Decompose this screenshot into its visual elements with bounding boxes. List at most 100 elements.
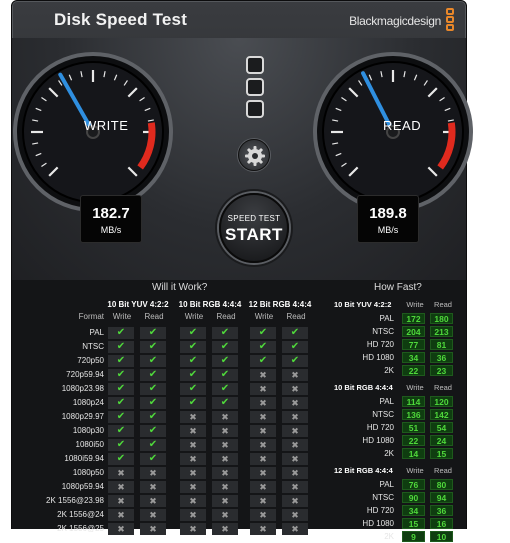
how-fast-group-header: 12 Bit RGB 4:4:4 Write Read — [334, 466, 458, 477]
write-fps-value: 14 — [402, 448, 425, 459]
column-header: Write — [406, 466, 424, 475]
cross-icon: ✖ — [250, 383, 276, 395]
cross-icon: ✖ — [282, 509, 308, 521]
mode-selector — [246, 56, 264, 122]
check-icon: ✔ — [212, 397, 238, 409]
check-icon: ✔ — [180, 355, 206, 367]
cross-icon: ✖ — [282, 481, 308, 493]
how-fast-group-header: 10 Bit YUV 4:2:2 Write Read — [334, 300, 458, 311]
write-speed-value: 182.7 — [92, 205, 130, 222]
check-icon: ✔ — [140, 439, 166, 451]
cross-icon: ✖ — [140, 467, 166, 479]
table-row: 2K 1556@23.98 ✖ ✖ ✖ ✖ ✖ ✖ — [12, 495, 320, 507]
format-label: 720p59.94 — [66, 370, 104, 379]
column-header: Read — [434, 466, 452, 475]
cross-icon: ✖ — [180, 523, 206, 535]
check-icon: ✔ — [180, 383, 206, 395]
cross-icon: ✖ — [212, 411, 238, 423]
write-fps-value: 34 — [402, 352, 425, 363]
table-row: HD 720 51 54 — [334, 422, 458, 434]
format-label: NTSC — [372, 493, 394, 502]
cross-icon: ✖ — [180, 509, 206, 521]
format-label: NTSC — [82, 342, 104, 351]
format-label: HD 720 — [366, 340, 394, 349]
read-fps-value: 24 — [430, 435, 453, 446]
check-icon: ✔ — [140, 327, 166, 339]
format-label: HD 1080 — [362, 519, 394, 528]
mode-3-rounded-square-icon[interactable] — [246, 100, 264, 118]
format-label: PAL — [379, 397, 394, 406]
format-label: 1080i50 — [75, 440, 104, 449]
table-row: 2K 14 15 — [334, 448, 458, 460]
group-name: 12 Bit RGB 4:4:4 — [334, 466, 393, 475]
format-label: NTSC — [372, 327, 394, 336]
group-header: 12 Bit RGB 4:4:4 — [248, 300, 312, 309]
format-label: 1080i59.94 — [64, 454, 104, 463]
group-name: 10 Bit YUV 4:2:2 — [334, 300, 392, 309]
write-fps-value: 22 — [402, 365, 425, 376]
write-fps-value: 9 — [402, 531, 425, 542]
check-icon: ✔ — [212, 341, 238, 353]
cross-icon: ✖ — [140, 481, 166, 493]
table-row: HD 720 34 36 — [334, 505, 458, 517]
write-fps-value: 136 — [402, 409, 425, 420]
check-icon: ✔ — [108, 397, 134, 409]
write-fps-value: 172 — [402, 313, 425, 324]
window-title: Disk Speed Test — [54, 10, 188, 29]
table-row: 720p59.94 ✔ ✔ ✔ ✔ ✖ ✖ — [12, 369, 320, 381]
check-icon: ✔ — [282, 327, 308, 339]
table-row: 1080p24 ✔ ✔ ✔ ✔ ✖ ✖ — [12, 397, 320, 409]
cross-icon: ✖ — [250, 523, 276, 535]
write-fps-value: 204 — [402, 326, 425, 337]
table-row: HD 720 77 81 — [334, 339, 458, 351]
cross-icon: ✖ — [180, 425, 206, 437]
check-icon: ✔ — [108, 439, 134, 451]
group-header: 10 Bit YUV 4:2:2 — [107, 300, 169, 309]
table-row: 1080p23.98 ✔ ✔ ✔ ✔ ✖ ✖ — [12, 383, 320, 395]
mode-1-rounded-square-icon[interactable] — [246, 56, 264, 74]
cross-icon: ✖ — [140, 523, 166, 535]
read-fps-value: 80 — [430, 479, 453, 490]
cross-icon: ✖ — [250, 397, 276, 409]
format-label: HD 720 — [366, 506, 394, 515]
cross-icon: ✖ — [212, 509, 238, 521]
cross-icon: ✖ — [180, 411, 206, 423]
check-icon: ✔ — [180, 341, 206, 353]
cross-icon: ✖ — [212, 467, 238, 479]
read-fps-value: 142 — [430, 409, 453, 420]
write-fps-value: 51 — [402, 422, 425, 433]
table-row: 1080p29.97 ✔ ✔ ✖ ✖ ✖ ✖ — [12, 411, 320, 423]
mode-2-rounded-square-icon[interactable] — [246, 78, 264, 96]
cross-icon: ✖ — [282, 439, 308, 451]
table-row: HD 1080 22 24 — [334, 435, 458, 447]
read-gauge-label: READ — [383, 118, 422, 133]
check-icon: ✔ — [282, 355, 308, 367]
format-label: 720p50 — [77, 356, 104, 365]
write-fps-value: 76 — [402, 479, 425, 490]
check-icon: ✔ — [180, 397, 206, 409]
read-fps-value: 10 — [430, 531, 453, 542]
column-header: Read — [144, 312, 164, 321]
table-row: 2K 1556@24 ✖ ✖ ✖ ✖ ✖ ✖ — [12, 509, 320, 521]
check-icon: ✔ — [250, 355, 276, 367]
settings-button[interactable] — [238, 139, 270, 171]
cross-icon: ✖ — [250, 509, 276, 521]
cross-icon: ✖ — [108, 509, 134, 521]
cross-icon: ✖ — [140, 509, 166, 521]
table-row: 720p50 ✔ ✔ ✔ ✔ ✔ ✔ — [12, 355, 320, 367]
write-fps-value: 114 — [402, 396, 425, 407]
cross-icon: ✖ — [250, 495, 276, 507]
blackmagic-logo-icon — [445, 8, 456, 34]
check-icon: ✔ — [180, 369, 206, 381]
start-button[interactable]: SPEED TEST START — [219, 193, 289, 263]
cross-icon: ✖ — [282, 425, 308, 437]
table-row: 1080p59.94 ✖ ✖ ✖ ✖ ✖ ✖ — [12, 481, 320, 493]
table-row: NTSC ✔ ✔ ✔ ✔ ✔ ✔ — [12, 341, 320, 353]
table-row: HD 1080 15 16 — [334, 518, 458, 530]
cross-icon: ✖ — [282, 523, 308, 535]
check-icon: ✔ — [282, 341, 308, 353]
read-fps-value: 180 — [430, 313, 453, 324]
table-row: NTSC 90 94 — [334, 492, 458, 504]
read-speed-readout: 189.8 MB/s — [357, 195, 419, 243]
column-header: Read — [434, 383, 452, 392]
